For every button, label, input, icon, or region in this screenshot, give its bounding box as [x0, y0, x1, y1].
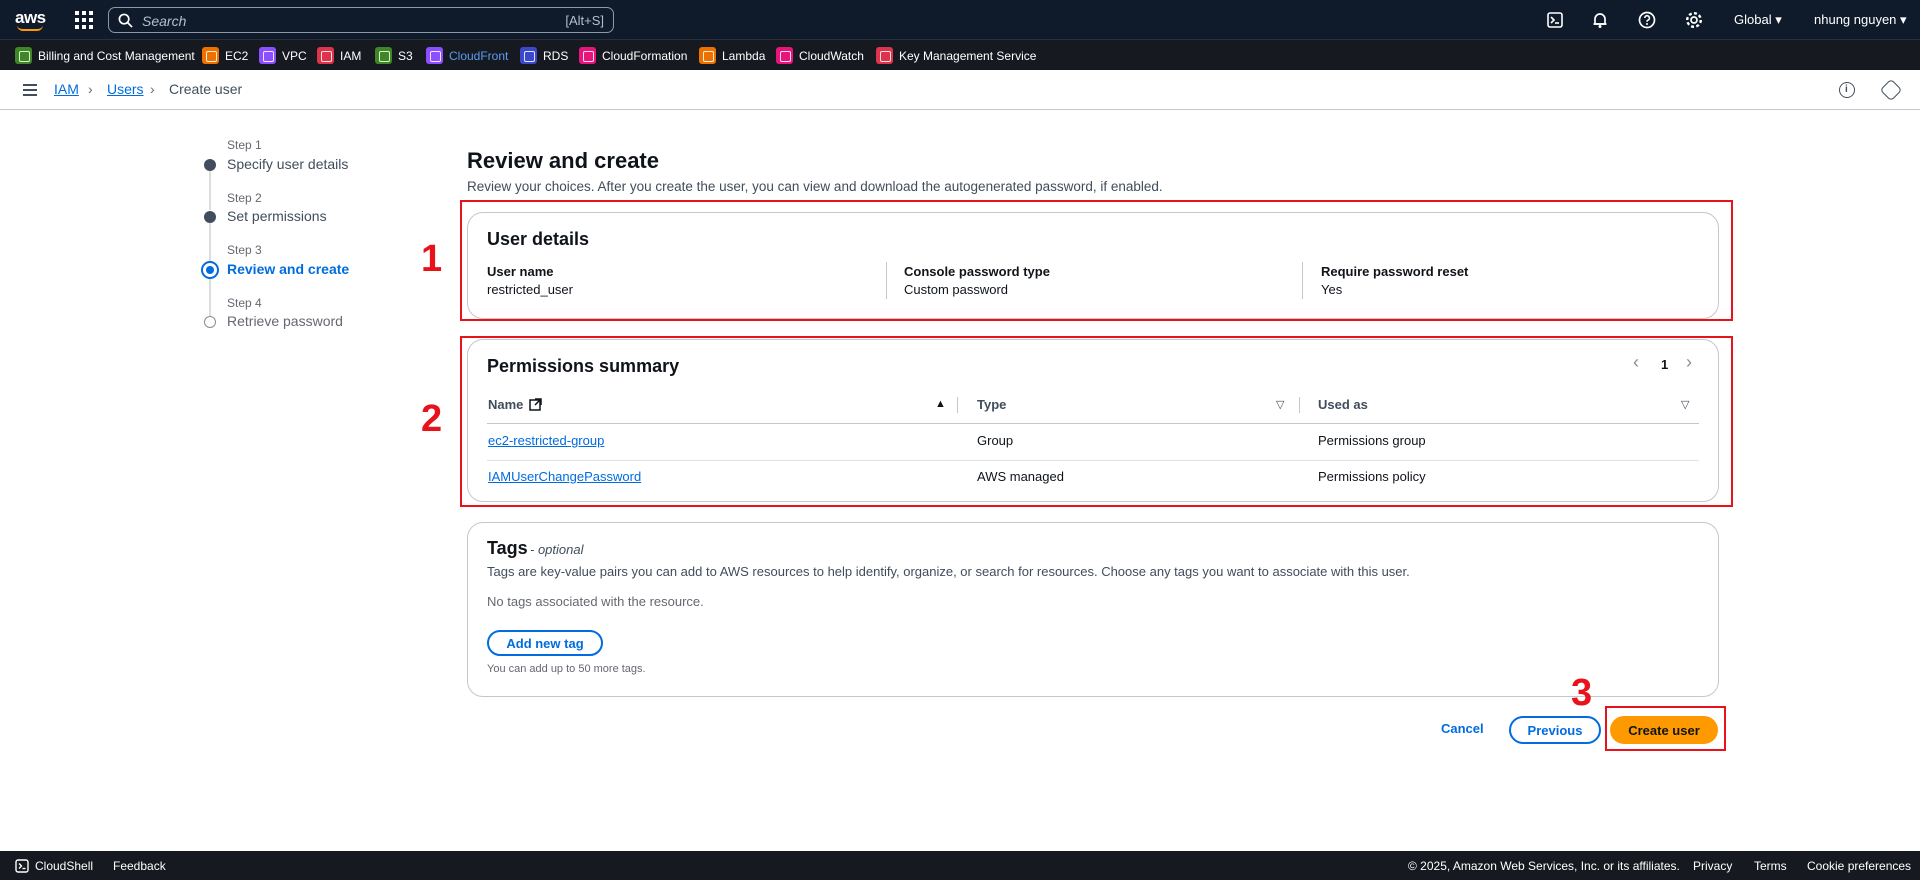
page-title: Review and create	[467, 148, 659, 173]
favorite-iam[interactable]: IAM	[317, 47, 361, 64]
page-description: Review your choices. After you create th…	[467, 179, 1163, 194]
favorite-label: RDS	[543, 48, 569, 63]
tags-description: Tags are key-value pairs you can add to …	[487, 564, 1410, 579]
step-4-label: Retrieve password	[227, 313, 343, 329]
tags-hint: You can add up to 50 more tags.	[487, 663, 646, 675]
favorite-cloudfront[interactable]: CloudFront	[426, 47, 508, 64]
step-4-number: Step 4	[227, 296, 262, 310]
step-1-label[interactable]: Specify user details	[227, 156, 348, 172]
favorite-label: CloudFormation	[602, 48, 688, 63]
search-icon	[118, 13, 133, 28]
iam-service-icon	[317, 47, 334, 64]
previous-button[interactable]: Previous	[1509, 716, 1601, 744]
favorite-billing[interactable]: Billing and Cost Management	[15, 47, 195, 64]
step-connector	[209, 223, 211, 263]
footer-terms[interactable]: Terms	[1754, 859, 1787, 873]
help-icon[interactable]	[1637, 10, 1657, 30]
favorite-label: EC2	[225, 48, 249, 63]
footer-cloudshell[interactable]: CloudShell	[35, 859, 93, 873]
hamburger-menu-icon[interactable]	[23, 84, 37, 96]
annotation-number-1: 1	[421, 238, 443, 280]
annotation-number-2: 2	[421, 398, 443, 440]
ec2-service-icon	[202, 47, 219, 64]
tutorial-panel-icon[interactable]	[1879, 78, 1903, 102]
favorite-label: Billing and Cost Management	[38, 48, 195, 63]
favorite-label: IAM	[340, 48, 362, 63]
favorite-cloudwatch[interactable]: CloudWatch	[776, 47, 864, 64]
tags-optional: - optional	[530, 542, 584, 557]
cloudshell-icon[interactable]	[1545, 10, 1565, 30]
footer-privacy[interactable]: Privacy	[1693, 859, 1732, 873]
s3-service-icon	[375, 47, 392, 64]
bell-icon[interactable]	[1590, 10, 1610, 30]
cloudformation-service-icon	[579, 47, 596, 64]
favorite-label: CloudFront	[449, 48, 509, 63]
cloudshell-icon	[15, 859, 29, 873]
tags-card: Tags - optional Tags are key-value pairs…	[467, 522, 1719, 697]
search-shortcut: [Alt+S]	[565, 13, 604, 28]
footer-feedback[interactable]: Feedback	[113, 859, 166, 873]
favorite-label: Lambda	[722, 48, 766, 63]
cloudfront-service-icon	[426, 47, 443, 64]
annotation-box-3	[1605, 706, 1726, 751]
breadcrumb-iam[interactable]: IAM	[54, 81, 79, 97]
gear-icon[interactable]	[1684, 10, 1704, 30]
tags-empty-message: No tags associated with the resource.	[487, 594, 704, 609]
services-menu-icon[interactable]	[75, 11, 93, 29]
step-2-label[interactable]: Set permissions	[227, 208, 327, 224]
annotation-number-3: 3	[1571, 672, 1593, 714]
annotation-box-1	[460, 200, 1733, 321]
cancel-button[interactable]: Cancel	[1441, 721, 1484, 736]
favorite-cloudformation[interactable]: CloudFormation	[579, 47, 687, 64]
favorite-vpc[interactable]: VPC	[259, 47, 307, 64]
footer: CloudShell Feedback © 2025, Amazon Web S…	[0, 851, 1920, 880]
aws-logo[interactable]: aws	[15, 8, 46, 31]
favorite-label: Key Management Service	[899, 48, 1037, 63]
annotation-box-2	[460, 336, 1733, 507]
favorite-lambda[interactable]: Lambda	[699, 47, 765, 64]
chevron-right-icon: ›	[150, 81, 155, 97]
favorite-label: CloudWatch	[799, 48, 864, 63]
cloudwatch-service-icon	[776, 47, 793, 64]
step-3-indicator	[201, 261, 219, 279]
favorites-bar: Billing and Cost Management EC2 VPC IAM …	[0, 39, 1920, 70]
kms-service-icon	[876, 47, 893, 64]
tags-title: Tags	[487, 538, 528, 558]
chevron-right-icon: ›	[88, 81, 93, 97]
region-selector[interactable]: Global ▾	[1734, 12, 1782, 28]
step-3-number: Step 3	[227, 243, 262, 257]
add-new-tag-button[interactable]: Add new tag	[487, 630, 603, 656]
top-navigation: aws Search [Alt+S] Global ▾ nhung nguyen…	[0, 0, 1920, 39]
breadcrumb-users[interactable]: Users	[107, 81, 144, 97]
step-connector	[209, 278, 211, 318]
footer-copyright: © 2025, Amazon Web Services, Inc. or its…	[1408, 859, 1680, 873]
step-connector	[209, 171, 211, 210]
favorite-s3[interactable]: S3	[375, 47, 413, 64]
search-placeholder: Search	[142, 13, 187, 29]
info-icon[interactable]: i	[1839, 82, 1855, 98]
rds-service-icon	[520, 47, 537, 64]
favorite-label: VPC	[282, 48, 307, 63]
favorite-kms[interactable]: Key Management Service	[876, 47, 1036, 64]
footer-cookie-preferences[interactable]: Cookie preferences	[1807, 859, 1911, 873]
vpc-service-icon	[259, 47, 276, 64]
step-2-number: Step 2	[227, 191, 262, 205]
step-1-indicator	[204, 159, 216, 171]
step-2-indicator	[204, 211, 216, 223]
favorite-rds[interactable]: RDS	[520, 47, 568, 64]
step-3-label: Review and create	[227, 261, 350, 277]
breadcrumb-bar: IAM › Users › Create user i	[0, 70, 1920, 110]
step-4-indicator	[204, 316, 216, 328]
account-menu[interactable]: nhung nguyen ▾	[1814, 12, 1907, 28]
lambda-service-icon	[699, 47, 716, 64]
billing-service-icon	[15, 47, 32, 64]
breadcrumb-create-user: Create user	[169, 81, 243, 97]
step-1-number: Step 1	[227, 138, 262, 152]
favorite-ec2[interactable]: EC2	[202, 47, 248, 64]
search-input[interactable]: Search [Alt+S]	[108, 7, 614, 33]
favorite-label: S3	[398, 48, 413, 63]
